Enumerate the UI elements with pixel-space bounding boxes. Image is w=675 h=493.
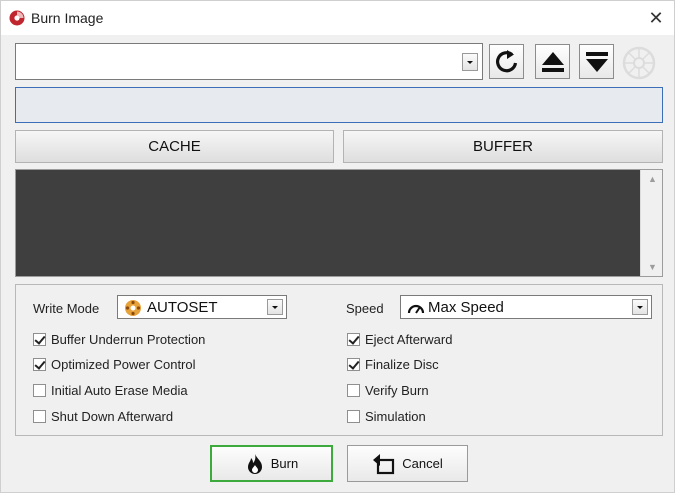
- speedometer-icon: [407, 304, 425, 314]
- cancel-button-label: Cancel: [402, 456, 443, 471]
- speed-dropdown-button[interactable]: [632, 299, 648, 315]
- status-field: [15, 87, 663, 123]
- cancel-button[interactable]: Cancel: [347, 445, 468, 482]
- checkbox-label: Simulation: [365, 408, 426, 424]
- finalize-disc-checkbox[interactable]: Finalize Disc: [347, 355, 439, 373]
- refresh-icon: [496, 50, 518, 73]
- window-title: Burn Image: [31, 10, 104, 26]
- write-mode-label: Write Mode: [33, 301, 100, 316]
- log-scrollbar[interactable]: ▲ ▼: [640, 170, 662, 276]
- checkbox-label: Optimized Power Control: [51, 356, 196, 372]
- eject-button[interactable]: [535, 44, 570, 79]
- burn-button-label: Burn: [270, 456, 299, 471]
- disc-icon: [622, 46, 656, 80]
- burn-button[interactable]: Burn: [210, 445, 333, 482]
- checkbox-label: Buffer Underrun Protection: [51, 331, 206, 347]
- checkbox-box[interactable]: [33, 409, 46, 423]
- chevron-down-icon: [467, 61, 473, 64]
- initial-auto-erase-checkbox[interactable]: Initial Auto Erase Media: [33, 381, 188, 399]
- speed-select[interactable]: Max Speed: [400, 295, 652, 319]
- scroll-down-icon[interactable]: ▼: [648, 262, 657, 272]
- write-mode-dropdown-button[interactable]: [267, 299, 283, 315]
- close-button[interactable]: ✕: [644, 6, 668, 30]
- simulation-checkbox[interactable]: Simulation: [347, 407, 426, 425]
- title-bar: Burn Image ✕: [1, 1, 674, 35]
- shut-down-afterward-checkbox[interactable]: Shut Down Afterward: [33, 407, 173, 425]
- optimized-power-checkbox[interactable]: Optimized Power Control: [33, 355, 196, 373]
- autoset-disc-icon: [125, 300, 141, 316]
- eject-icon: [542, 52, 564, 72]
- drive-dropdown-button[interactable]: [462, 53, 478, 71]
- verify-burn-checkbox[interactable]: Verify Burn: [347, 381, 429, 399]
- scroll-up-icon[interactable]: ▲: [648, 174, 657, 184]
- cache-button[interactable]: CACHE: [15, 130, 334, 163]
- eject-afterward-checkbox[interactable]: Eject Afterward: [347, 330, 452, 348]
- burn-image-window: Burn Image ✕ CACHE BUFFER ▲ ▼ Write Mode…: [0, 0, 675, 493]
- checkbox-box[interactable]: [347, 357, 360, 371]
- refresh-button[interactable]: [489, 44, 524, 79]
- chevron-down-icon: [272, 306, 278, 309]
- checkbox-box[interactable]: [33, 383, 46, 397]
- load-tray-button[interactable]: [579, 44, 614, 79]
- checkbox-label: Eject Afterward: [365, 331, 453, 347]
- speed-label: Speed: [346, 301, 384, 316]
- write-mode-value: AUTOSET: [147, 299, 218, 316]
- checkbox-box[interactable]: [33, 332, 46, 346]
- checkbox-label: Shut Down Afterward: [51, 408, 174, 424]
- speed-value: Max Speed: [428, 299, 504, 316]
- buffer-button[interactable]: BUFFER: [343, 130, 663, 163]
- log-area: ▲ ▼: [15, 169, 663, 277]
- write-mode-select[interactable]: AUTOSET: [117, 295, 287, 319]
- checkbox-box[interactable]: [347, 332, 360, 346]
- buffer-underrun-checkbox[interactable]: Buffer Underrun Protection: [33, 330, 205, 348]
- checkbox-box[interactable]: [347, 383, 360, 397]
- undo-arrow-icon: [373, 453, 395, 474]
- checkbox-label: Verify Burn: [365, 382, 429, 398]
- checkbox-label: Initial Auto Erase Media: [51, 382, 188, 398]
- burn-options-group: Write Mode AUTOSET Speed Max Speed Buffe…: [15, 284, 663, 436]
- checkbox-label: Finalize Disc: [365, 356, 439, 372]
- close-icon: ✕: [648, 8, 664, 28]
- chevron-down-icon: [637, 306, 643, 309]
- load-tray-icon: [586, 52, 608, 72]
- checkbox-box[interactable]: [33, 357, 46, 371]
- flame-icon: [247, 453, 262, 474]
- drive-select[interactable]: [15, 43, 483, 80]
- app-disc-icon: [9, 10, 25, 26]
- checkbox-box[interactable]: [347, 409, 360, 423]
